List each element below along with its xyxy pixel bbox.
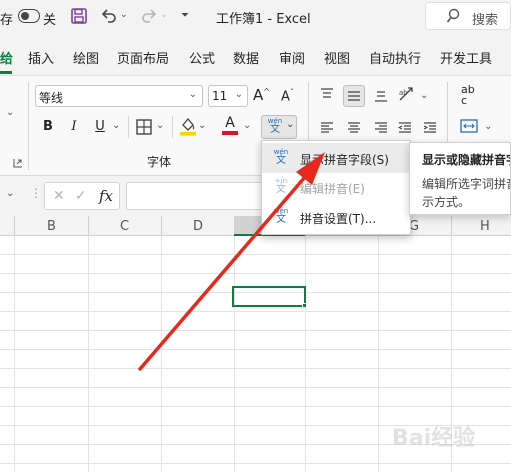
annotation-arrow xyxy=(138,152,325,371)
watermark: Bai经验 xyxy=(392,426,476,451)
